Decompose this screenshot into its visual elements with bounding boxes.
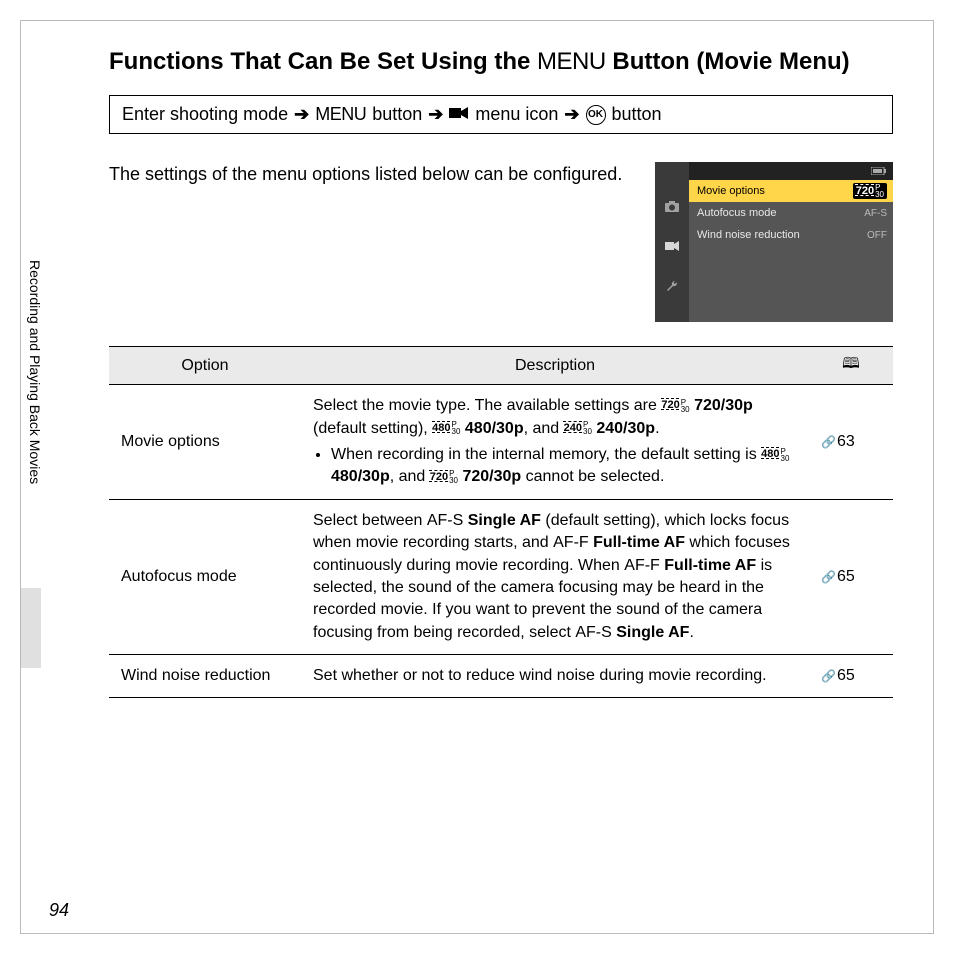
table-row: Wind noise reduction Set whether or not … — [109, 655, 893, 698]
cam-menu-row: Movie options 720P30 — [689, 180, 893, 202]
bc-step4-post: button — [612, 104, 662, 125]
section-side-tab: Recording and Playing Back Movies — [21, 256, 51, 656]
reference-icon — [821, 433, 837, 450]
breadcrumb: Enter shooting mode ➔ MENU button ➔ menu… — [109, 95, 893, 134]
page-reference: 65 — [809, 655, 893, 698]
cam-row-label: Movie options — [697, 185, 765, 197]
option-description: Select the movie type. The available set… — [301, 385, 809, 500]
side-label: Recording and Playing Back Movies — [21, 256, 43, 580]
reference-icon — [821, 667, 837, 684]
reference-icon — [821, 568, 837, 585]
wrench-icon — [664, 278, 680, 294]
movie-camera-icon — [664, 238, 680, 254]
camera-menu-screenshot: Movie options 720P30 Autofocus mode AF-S… — [655, 162, 893, 322]
option-name: Movie options — [109, 385, 301, 500]
title-pre: Functions That Can Be Set Using the — [109, 48, 537, 75]
cam-menu-row: Autofocus mode AF-S — [689, 202, 893, 224]
arrow-icon: ➔ — [564, 104, 579, 125]
side-thumb-tab — [21, 588, 41, 668]
manual-page: Functions That Can Be Set Using the MENU… — [20, 20, 934, 934]
book-icon: 🕮 — [842, 355, 860, 372]
table-row: Autofocus mode Select between AF-S Singl… — [109, 499, 893, 654]
ok-button-icon: OK — [586, 105, 606, 125]
page-number: 94 — [49, 900, 69, 921]
page-reference: 63 — [809, 385, 893, 500]
resolution-icon: 480P30 — [432, 421, 460, 435]
cam-row-value: OFF — [867, 230, 887, 241]
cam-battery-icon — [689, 162, 893, 180]
resolution-icon: 240P30 — [564, 421, 592, 435]
cam-row-label: Autofocus mode — [697, 207, 777, 219]
cam-left-icons — [655, 162, 689, 322]
option-name: Wind noise reduction — [109, 655, 301, 698]
af-f-glyph: AF-F — [553, 534, 589, 551]
table-row: Movie options Select the movie type. The… — [109, 385, 893, 500]
intro-text: The settings of the menu options listed … — [109, 162, 637, 322]
title-post: Button (Movie Menu) — [606, 48, 850, 75]
cam-row-value: AF-S — [864, 208, 887, 219]
cam-menu-row: Wind noise reduction OFF — [689, 224, 893, 246]
option-description: Set whether or not to reduce wind noise … — [301, 655, 809, 698]
page-reference: 65 — [809, 499, 893, 654]
resolution-icon: 480P30 — [761, 448, 789, 462]
arrow-icon: ➔ — [428, 104, 443, 125]
page-title: Functions That Can Be Set Using the MENU… — [109, 46, 893, 77]
cam-row-value: 720P30 — [853, 183, 887, 199]
af-f-glyph: AF-F — [624, 557, 660, 574]
movie-camera-icon — [449, 104, 469, 125]
bc-step2-post: button — [372, 104, 422, 125]
th-option: Option — [109, 347, 301, 385]
menu-glyph: MENU — [315, 104, 366, 125]
camera-icon — [664, 198, 680, 214]
options-table: Option Description 🕮 Movie options Selec… — [109, 346, 893, 698]
bc-step1: Enter shooting mode — [122, 104, 288, 125]
resolution-icon: 720P30 — [430, 470, 458, 484]
arrow-icon: ➔ — [294, 104, 309, 125]
cam-row-label: Wind noise reduction — [697, 229, 800, 241]
af-s-glyph: AF-S — [427, 512, 463, 529]
option-name: Autofocus mode — [109, 499, 301, 654]
bc-step3-post: menu icon — [475, 104, 558, 125]
th-reference-icon: 🕮 — [809, 347, 893, 385]
option-description: Select between AF-S Single AF (default s… — [301, 499, 809, 654]
menu-glyph: MENU — [537, 48, 606, 75]
resolution-icon: 720P30 — [661, 399, 689, 413]
th-description: Description — [301, 347, 809, 385]
af-s-glyph: AF-S — [575, 624, 611, 641]
